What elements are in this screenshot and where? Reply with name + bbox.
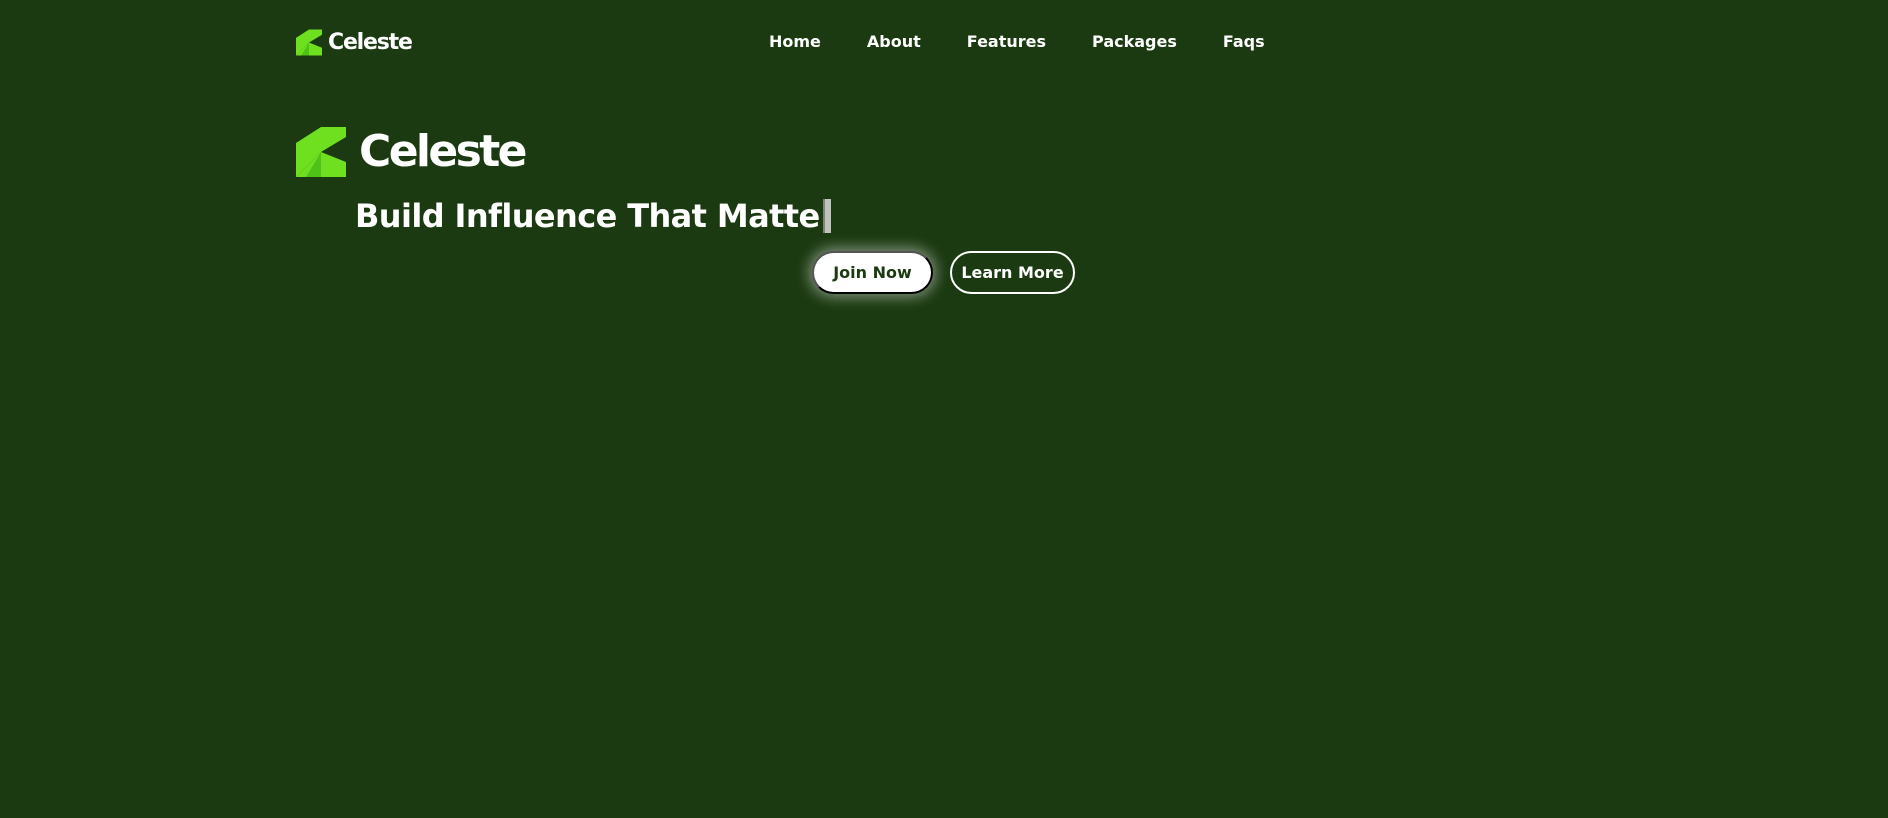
hero-headline: Build Influence That Matte [355,196,831,236]
nav-brand-name: Celeste [328,30,413,55]
learn-more-button[interactable]: Learn More [950,251,1075,294]
hero-brand-name: Celeste [359,126,528,177]
top-navigation: Celeste Home About Features Packages Faq… [0,0,1888,86]
hero-headline-text: Build Influence That Matte [355,197,820,235]
nav-brand-link[interactable]: Celeste [296,29,413,56]
page: Celeste Home About Features Packages Faq… [0,0,1888,818]
nav-link-about[interactable]: About [867,32,921,52]
hero-brand: Celeste [296,126,528,177]
nav-links: Home About Features Packages Faqs [769,32,1265,52]
text-cursor-icon [822,199,831,233]
nav-link-home[interactable]: Home [769,32,821,52]
celeste-logo-icon [296,29,322,56]
nav-link-packages[interactable]: Packages [1092,32,1177,52]
celeste-logo-icon [296,127,346,177]
nav-link-features[interactable]: Features [967,32,1046,52]
nav-link-faqs[interactable]: Faqs [1223,32,1265,52]
join-now-button[interactable]: Join Now [812,251,933,294]
